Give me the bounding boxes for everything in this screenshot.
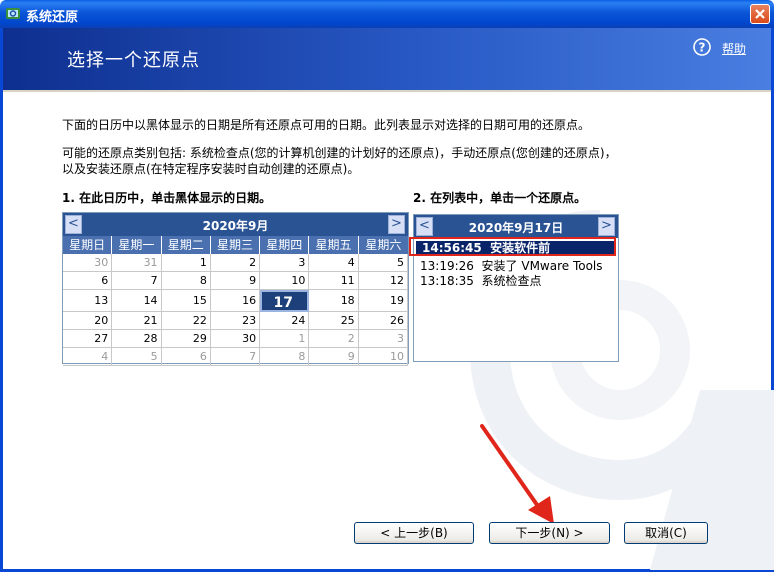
calendar: < 2020年9月 > 星期日 星期一 星期二 星期三 星期四 星期五 星期六 …: [62, 212, 409, 366]
restore-point-label: 系统检查点: [481, 274, 542, 288]
calendar-next-button[interactable]: >: [388, 215, 405, 234]
intro-text: 下面的日历中以黑体显示的日期是所有还原点可用的日期。此列表显示对选择的日期可用的…: [62, 118, 591, 132]
selection-highlight-annotation: [409, 237, 616, 256]
calendar-day[interactable]: 12: [358, 272, 408, 290]
help-icon[interactable]: ?: [693, 38, 711, 56]
page-title: 选择一个还原点: [67, 50, 200, 71]
calendar-day[interactable]: 3: [358, 330, 408, 348]
restore-point-label: 安装了 VMware Tools: [481, 259, 603, 273]
window-title: 系统还原: [26, 10, 79, 25]
calendar-day[interactable]: 19: [358, 290, 408, 312]
calendar-day[interactable]: 1: [260, 330, 310, 348]
calendar-day[interactable]: 29: [161, 330, 211, 348]
calendar-day[interactable]: 2: [309, 330, 359, 348]
calendar-day[interactable]: 10: [358, 348, 408, 366]
next-button[interactable]: 下一步(N) >: [489, 522, 610, 544]
calendar-day[interactable]: 15: [161, 290, 211, 312]
calendar-header: < 2020年9月 >: [63, 213, 408, 236]
calendar-month-title: 2020年9月: [202, 219, 269, 233]
back-button[interactable]: < 上一步(B): [354, 522, 474, 544]
weekday-monday: 星期一: [112, 236, 162, 254]
calendar-day[interactable]: 7: [112, 272, 162, 290]
calendar-day[interactable]: 30: [63, 254, 113, 272]
list-next-day-button[interactable]: >: [598, 217, 615, 236]
calendar-day[interactable]: 4: [63, 348, 113, 366]
cancel-button[interactable]: 取消(C): [624, 522, 708, 544]
calendar-day[interactable]: 30: [210, 330, 261, 348]
calendar-day[interactable]: 24: [260, 312, 310, 330]
restore-types-text: 可能的还原点类别包括: 系统检查点(您的计算机创建的计划好的还原点)，手动还原点…: [62, 145, 662, 177]
weekday-tuesday: 星期二: [162, 236, 211, 254]
calendar-day[interactable]: 20: [63, 312, 113, 330]
calendar-day[interactable]: 21: [112, 312, 162, 330]
restore-list-date-title: 2020年9月17日: [468, 221, 564, 235]
title-bar: 系统还原: [0, 0, 774, 28]
calendar-day[interactable]: 4: [309, 254, 359, 272]
calendar-grid: 30 31 1 2 3 4 5 6 7 8 9 10 11 12 13 14 1…: [63, 254, 408, 366]
weekday-saturday: 星期六: [365, 238, 402, 252]
svg-text:?: ?: [699, 41, 706, 55]
calendar-week: 13 14 15 16 17 18 19: [63, 290, 408, 312]
system-restore-window: 系统还原 选择一个还原点 ? 帮助 下面的日历中以黑体显示的日期是所有还原点可用…: [0, 0, 774, 572]
calendar-day[interactable]: 16: [210, 290, 261, 312]
weekday-sunday: 星期日: [63, 236, 113, 254]
restore-point-time: 13:18:35: [420, 274, 474, 288]
calendar-day-selected[interactable]: 17: [260, 290, 310, 312]
step-1-label: 1. 在此日历中，单击黑体显示的日期。: [62, 191, 272, 205]
weekday-wednesday: 星期三: [211, 236, 261, 254]
calendar-week: 20 21 22 23 24 25 26: [63, 312, 408, 330]
calendar-day[interactable]: 9: [309, 348, 359, 366]
help-link[interactable]: 帮助: [722, 40, 746, 57]
arrow-annotation-icon: [480, 424, 554, 524]
calendar-day[interactable]: 14: [112, 290, 162, 312]
restore-point-time: 13:19:26: [420, 259, 474, 273]
close-icon: [755, 9, 765, 19]
calendar-day[interactable]: 10: [260, 272, 310, 290]
weekday-thursday: 星期四: [260, 236, 310, 254]
calendar-day[interactable]: 8: [161, 272, 211, 290]
calendar-day[interactable]: 6: [161, 348, 211, 366]
calendar-day[interactable]: 18: [309, 290, 359, 312]
restore-list-header: < 2020年9月17日 >: [414, 215, 618, 238]
calendar-day[interactable]: 28: [112, 330, 162, 348]
calendar-day[interactable]: 1: [161, 254, 211, 272]
weekday-friday: 星期五: [309, 236, 359, 254]
calendar-day[interactable]: 6: [63, 272, 113, 290]
calendar-day[interactable]: 23: [210, 312, 261, 330]
step-2-label: 2. 在列表中，单击一个还原点。: [413, 191, 587, 205]
calendar-week: 4 5 6 7 8 9 10: [63, 348, 408, 366]
restore-types-line-1: 可能的还原点类别包括: 系统检查点(您的计算机创建的计划好的还原点)，手动还原点…: [62, 146, 617, 160]
calendar-day[interactable]: 5: [358, 254, 408, 272]
calendar-day[interactable]: 11: [309, 272, 359, 290]
calendar-day[interactable]: 13: [63, 290, 113, 312]
close-button[interactable]: [750, 4, 770, 24]
restore-point-item[interactable]: 13:18:35 系统检查点: [420, 272, 542, 289]
window-frame-left: [0, 28, 3, 572]
calendar-day[interactable]: 31: [112, 254, 162, 272]
calendar-day[interactable]: 9: [210, 272, 261, 290]
calendar-week: 27 28 29 30 1 2 3: [63, 330, 408, 348]
calendar-week: 30 31 1 2 3 4 5: [63, 254, 408, 272]
calendar-day[interactable]: 27: [63, 330, 113, 348]
wizard-header: 选择一个还原点 ? 帮助: [3, 28, 771, 90]
system-restore-icon: [6, 8, 20, 19]
restore-types-line-2: 以及安装还原点(在特定程序安装时自动创建的还原点)。: [62, 162, 360, 176]
calendar-week: 6 7 8 9 10 11 12: [63, 272, 408, 290]
calendar-day[interactable]: 26: [358, 312, 408, 330]
calendar-day[interactable]: 2: [210, 254, 261, 272]
calendar-day[interactable]: 8: [260, 348, 310, 366]
calendar-day[interactable]: 7: [210, 348, 261, 366]
calendar-day[interactable]: 22: [161, 312, 211, 330]
calendar-day[interactable]: 25: [309, 312, 359, 330]
weekday-header-row: 星期日 星期一 星期二 星期三 星期四 星期五 星期六: [63, 236, 408, 254]
calendar-day[interactable]: 3: [260, 254, 310, 272]
calendar-day[interactable]: 5: [112, 348, 162, 366]
header-divider: [3, 90, 771, 92]
